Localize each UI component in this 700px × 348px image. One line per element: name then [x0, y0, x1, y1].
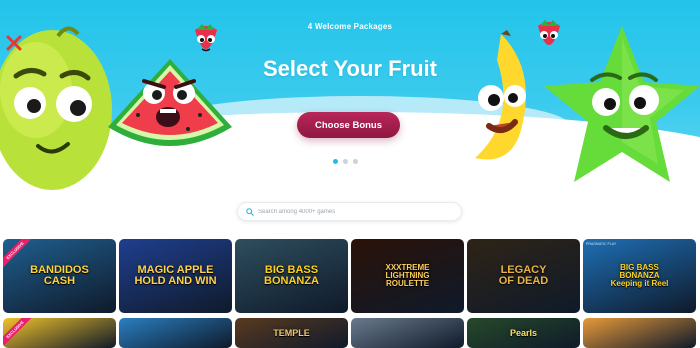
- game-title: BIG BASS BONANZA Keeping it Reel: [610, 263, 669, 288]
- game-provider: PRAGMATIC PLAY: [586, 242, 617, 246]
- anger-mark-icon: [6, 35, 22, 51]
- banana-character-illustration: [475, 30, 526, 160]
- game-tile[interactable]: EXCLUSIVE BANDIDOS CASH: [3, 239, 116, 313]
- hero-title: Select Your Fruit: [262, 56, 437, 81]
- game-tile[interactable]: BIG BASS BONANZA: [235, 239, 348, 313]
- carousel-dot[interactable]: [353, 159, 358, 164]
- carousel-dots: [333, 159, 358, 164]
- game-title: TEMPLE: [273, 327, 310, 338]
- game-title: Pearls: [509, 327, 538, 338]
- game-tile[interactable]: TEMPLE: [235, 318, 348, 348]
- game-tile[interactable]: XXXTREME LIGHTNING ROULETTE: [351, 239, 464, 313]
- carousel-dot[interactable]: [343, 159, 348, 164]
- game-tile[interactable]: Pearls: [467, 318, 580, 348]
- game-title: BIG BASS BONANZA: [264, 264, 319, 287]
- game-title: MAGIC APPLE HOLD AND WIN: [134, 264, 217, 287]
- game-tile[interactable]: LEGACY OF DEAD: [467, 239, 580, 313]
- game-title: LEGACY OF DEAD: [498, 264, 549, 287]
- choose-bonus-button[interactable]: Choose Bonus: [297, 112, 400, 138]
- star-character-illustration: [544, 26, 700, 182]
- hero-banner: 4 Welcome Packages Select Your Fruit Cho…: [0, 0, 700, 195]
- search-icon: [246, 207, 254, 216]
- game-title: XXXTREME LIGHTNING ROULETTE: [385, 263, 430, 288]
- game-search-bar[interactable]: [237, 202, 462, 221]
- game-tile[interactable]: [583, 318, 696, 348]
- game-tile[interactable]: [351, 318, 464, 348]
- carousel-dot[interactable]: [333, 159, 338, 164]
- game-grid: EXCLUSIVE BANDIDOS CASH MAGIC APPLE HOLD A…: [3, 239, 697, 348]
- game-tile[interactable]: PRAGMATIC PLAY BIG BASS BONANZA Keeping i…: [583, 239, 696, 313]
- hero-eyebrow: 4 Welcome Packages: [307, 22, 393, 31]
- game-title: BANDIDOS CASH: [30, 264, 89, 287]
- exclusive-badge: EXCLUSIVE: [3, 318, 34, 348]
- search-input[interactable]: [258, 208, 458, 215]
- game-tile[interactable]: MAGIC APPLE HOLD AND WIN: [119, 239, 232, 313]
- game-tile[interactable]: [119, 318, 232, 348]
- game-tile[interactable]: EXCLUSIVE: [3, 318, 116, 348]
